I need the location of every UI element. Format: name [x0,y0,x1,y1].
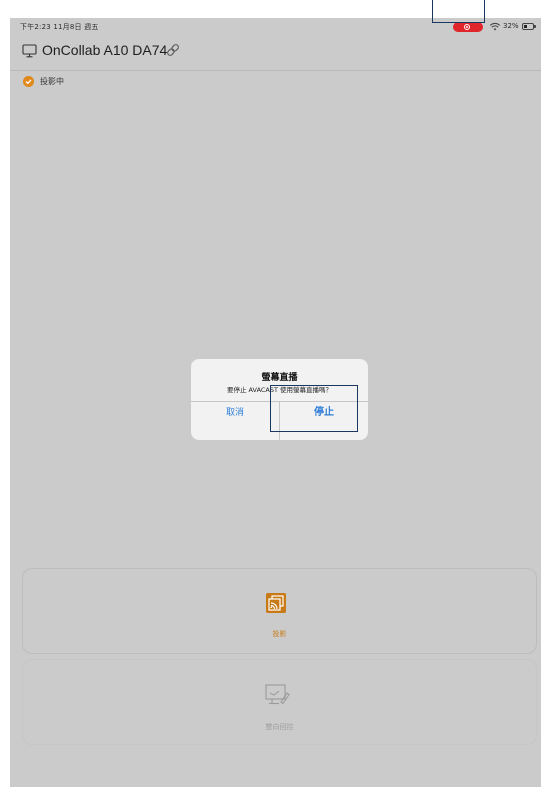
casting-status-label: 投影中 [40,77,64,86]
record-icon [464,24,470,30]
monitor-icon [22,44,37,58]
dialog-title: 螢幕直播 [261,373,298,383]
battery-percent: 32% [503,22,519,30]
device-header: OnCollab A10 DA74 [10,34,541,71]
link-icon[interactable] [165,42,181,58]
remote-control-icon [265,684,290,705]
wifi-icon [490,22,500,31]
battery-icon [522,23,534,30]
stop-button-highlight [270,385,358,432]
cancel-button[interactable]: 取消 [191,402,279,440]
check-circle-icon [23,76,34,87]
device-name: OnCollab A10 DA74 [42,42,168,58]
cast-button[interactable]: 投影 [22,568,537,654]
cast-label: 投影 [272,630,287,638]
remote-control-label: 雙向回控 [265,723,294,731]
screen-recording-indicator[interactable] [453,22,483,32]
recording-indicator-highlight [432,0,485,23]
remote-control-button[interactable]: 雙向回控 [22,659,537,745]
status-time: 下午2:23 11月8日 週五 [20,23,99,31]
cast-icon [266,593,286,613]
